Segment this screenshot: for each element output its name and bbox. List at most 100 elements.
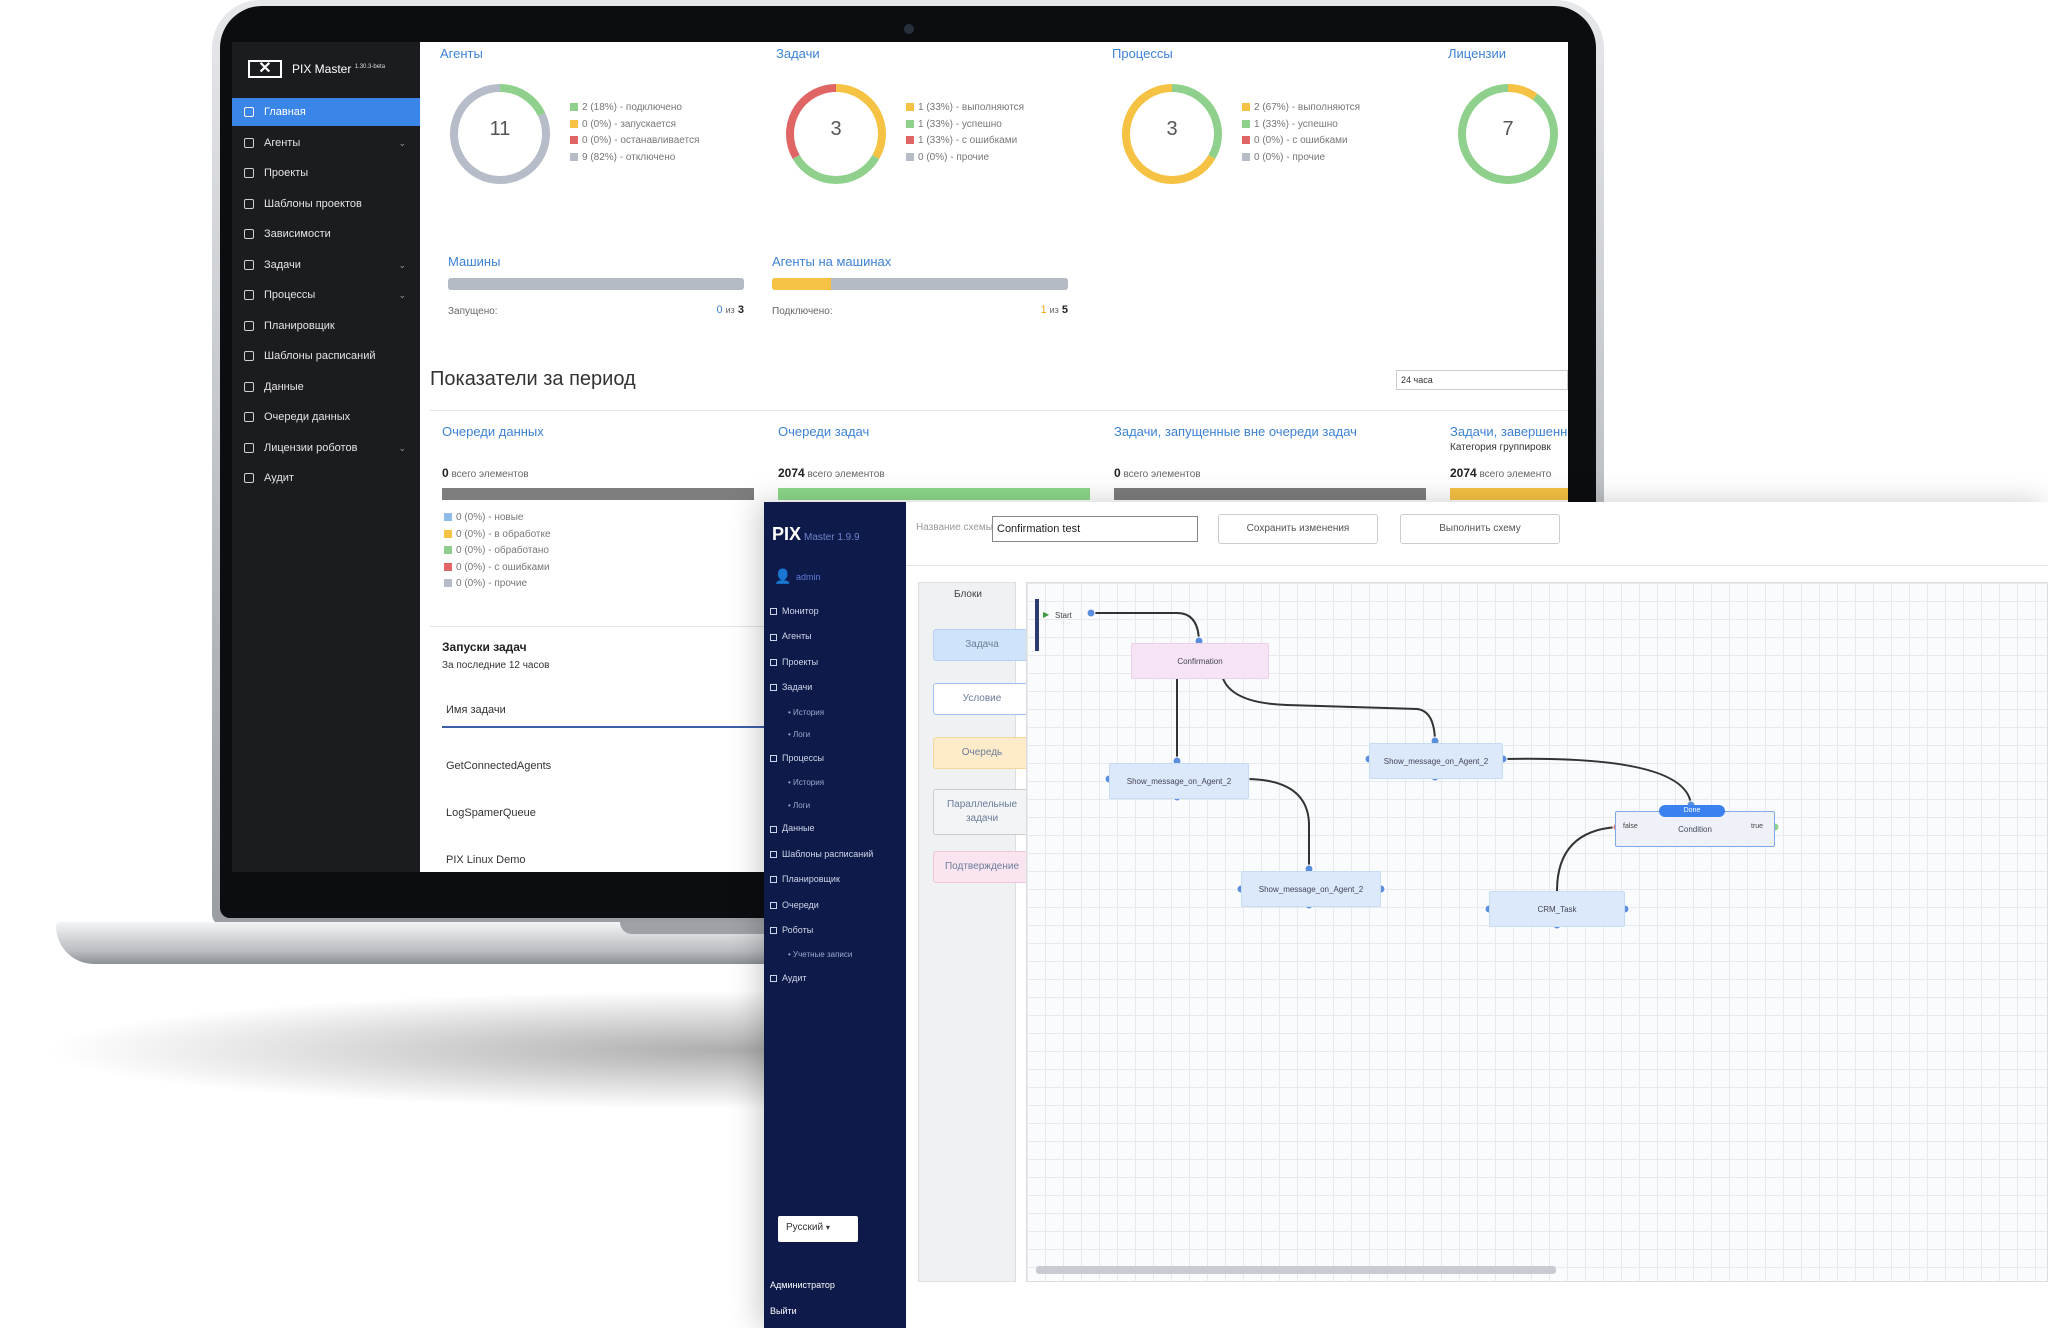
sidebar-item[interactable]: Процессы ⌄ (232, 281, 420, 309)
editor-menu-item[interactable]: Роботы (770, 925, 813, 935)
editor-menu-item[interactable]: Проекты (770, 657, 818, 667)
editor-submenu-item[interactable]: • История (788, 778, 824, 787)
period-bar (778, 488, 1090, 500)
menu-icon (770, 684, 777, 692)
period-bar (1114, 488, 1426, 500)
block-2[interactable]: Условие (933, 683, 1031, 715)
period-section-title[interactable]: Задачи, запущенные вне очереди задач (1114, 424, 1357, 439)
sidebar-item[interactable]: Зависимости (232, 220, 420, 248)
editor-menu-item[interactable]: Процессы (770, 753, 824, 763)
chevron-down-icon: ⌄ (398, 259, 406, 270)
canvas-scrollbar[interactable] (1036, 1266, 1556, 1274)
legend-swatch (444, 562, 452, 571)
flow-node-agent3[interactable]: Show_message_on_Agent_2 (1369, 743, 1503, 779)
period-bar (442, 488, 754, 500)
sidebar-item[interactable]: Данные (232, 373, 420, 401)
flow-port (1086, 608, 1096, 618)
period-legend: 0 (0%) - новые 0 (0%) - в обработке 0 (0%)… (444, 510, 551, 593)
block-5[interactable]: Подтверждение (933, 851, 1031, 883)
submenu-label: Логи (793, 800, 811, 810)
legend-swatch (444, 529, 452, 538)
menu-icon (770, 850, 777, 858)
table-row[interactable]: GetConnectedAgents (446, 760, 551, 772)
sidebar-item[interactable]: Очереди данных (232, 403, 420, 431)
menu-icon (770, 608, 777, 616)
divider (430, 410, 1568, 411)
start-node[interactable] (1035, 599, 1039, 651)
editor-submenu-item[interactable]: • Логи (788, 730, 810, 739)
laptop-sidebar: ✕ PIX Master 1.30.3-beta Главная Агенты ⌄ П… (232, 42, 420, 872)
donut-legend: 2 (18%) - подключено 0 (0%) - запускается… (570, 100, 699, 166)
editor-submenu-item[interactable]: • Учетные записи (788, 950, 852, 959)
editor-menu-item[interactable]: Агенты (770, 631, 812, 641)
schema-canvas[interactable]: ▶ Start Confirmation Show_message_on_Agent_… (1026, 582, 2048, 1282)
period-count-value: 0 (442, 466, 449, 480)
editor-sidebar: PIX Master 1.9.9 👤 admin Монитор Агенты Пр… (764, 502, 906, 1328)
table-row[interactable]: LogSpamerQueue (446, 807, 536, 819)
legend-label: 0 (0%) - обработано (456, 545, 549, 556)
sidebar-item[interactable]: Главная (232, 98, 420, 126)
sidebar-item[interactable]: Задачи ⌄ (232, 251, 420, 279)
summary-title[interactable]: Лицензии (1448, 46, 1506, 61)
period-select[interactable]: 24 часа (1396, 370, 1568, 390)
flow-node-confirmation[interactable]: Confirmation (1131, 643, 1269, 679)
editor-menu-item[interactable]: Планировщик (770, 874, 840, 884)
period-section-title[interactable]: Очереди задач (778, 424, 869, 439)
sidebar-item[interactable]: Шаблоны расписаний (232, 342, 420, 370)
period-count: 2074 всего элементо (1450, 466, 1551, 480)
agents-on-machines-title[interactable]: Агенты на машинах (772, 254, 891, 269)
run-schema-button[interactable]: Выполнить схему (1400, 514, 1560, 544)
progress-label: Запущено: (448, 306, 498, 317)
block-3[interactable]: Очередь (933, 737, 1031, 769)
legend-swatch (906, 103, 914, 112)
save-changes-button[interactable]: Сохранить изменения (1218, 514, 1378, 544)
legend-item: 1 (33%) - выполняются (906, 100, 1024, 117)
sidebar-item[interactable]: Агенты ⌄ (232, 129, 420, 157)
block-4[interactable]: Параллельные задачи (933, 789, 1031, 835)
period-count: 0 всего элементов (1114, 466, 1201, 480)
menu-label: Роботы (782, 925, 814, 935)
donut-legend: 2 (67%) - выполняются 1 (33%) - успешно 0 … (1242, 100, 1360, 166)
logout-link[interactable]: Выйти (770, 1306, 797, 1316)
summary-title[interactable]: Агенты (440, 46, 483, 61)
schema-name-input[interactable]: Confirmation test (992, 516, 1198, 542)
editor-menu-item[interactable]: Шаблоны расписаний (770, 849, 873, 859)
period-section-title[interactable]: Задачи, завершенн (1450, 424, 1567, 439)
legend-label: 1 (33%) - с ошибками (918, 135, 1018, 146)
editor-menu-item[interactable]: Монитор (770, 606, 819, 616)
user-name[interactable]: admin (796, 572, 821, 582)
summary-title[interactable]: Процессы (1112, 46, 1173, 61)
schema-editor-window: PIX Master 1.9.9 👤 admin Монитор Агенты Пр… (764, 502, 2048, 1328)
sidebar-item[interactable]: Шаблоны проектов (232, 190, 420, 218)
sidebar-item[interactable]: Лицензии роботов ⌄ (232, 434, 420, 462)
flow-node-agent2[interactable]: Show_message_on_Agent_2 (1241, 871, 1381, 907)
sidebar-item[interactable]: Планировщик (232, 312, 420, 340)
machines-title[interactable]: Машины (448, 254, 500, 269)
block-1[interactable]: Задача (933, 629, 1031, 661)
table-row[interactable]: PIX Linux Demo (446, 854, 525, 866)
menu-icon (770, 975, 777, 983)
flow-node-agent1[interactable]: Show_message_on_Agent_2 (1109, 763, 1249, 799)
donut-total: 7 (1502, 118, 1514, 140)
editor-menu-item[interactable]: Данные (770, 823, 815, 833)
editor-submenu-item[interactable]: • Логи (788, 801, 810, 810)
period-section-title[interactable]: Очереди данных (442, 424, 544, 439)
menu-icon (770, 927, 777, 935)
sidebar-item[interactable]: Проекты (232, 159, 420, 187)
home-icon (244, 107, 254, 117)
admin-link[interactable]: Администратор (770, 1280, 835, 1290)
stage: ✕ PIX Master 1.30.3-beta Главная Агенты ⌄ П… (0, 0, 2048, 1328)
editor-submenu-item[interactable]: • История (788, 708, 824, 717)
legend-label: 1 (33%) - успешно (1254, 118, 1338, 130)
language-select[interactable]: Русский ▾ (778, 1216, 858, 1242)
flow-node-crm[interactable]: CRM_Task (1489, 891, 1625, 927)
sidebar-item[interactable]: Аудит (232, 464, 420, 492)
runs-column-header[interactable]: Имя задачи (446, 704, 506, 716)
summary-title[interactable]: Задачи (776, 46, 820, 61)
legend-item: 0 (0%) - новые (444, 510, 551, 527)
sidebar-item-label: Проекты (264, 167, 309, 179)
editor-menu-item[interactable]: Очереди (770, 900, 819, 910)
editor-menu-item[interactable]: Аудит (770, 973, 807, 983)
menu-label: Аудит (782, 973, 807, 983)
editor-menu-item[interactable]: Задачи (770, 682, 812, 692)
